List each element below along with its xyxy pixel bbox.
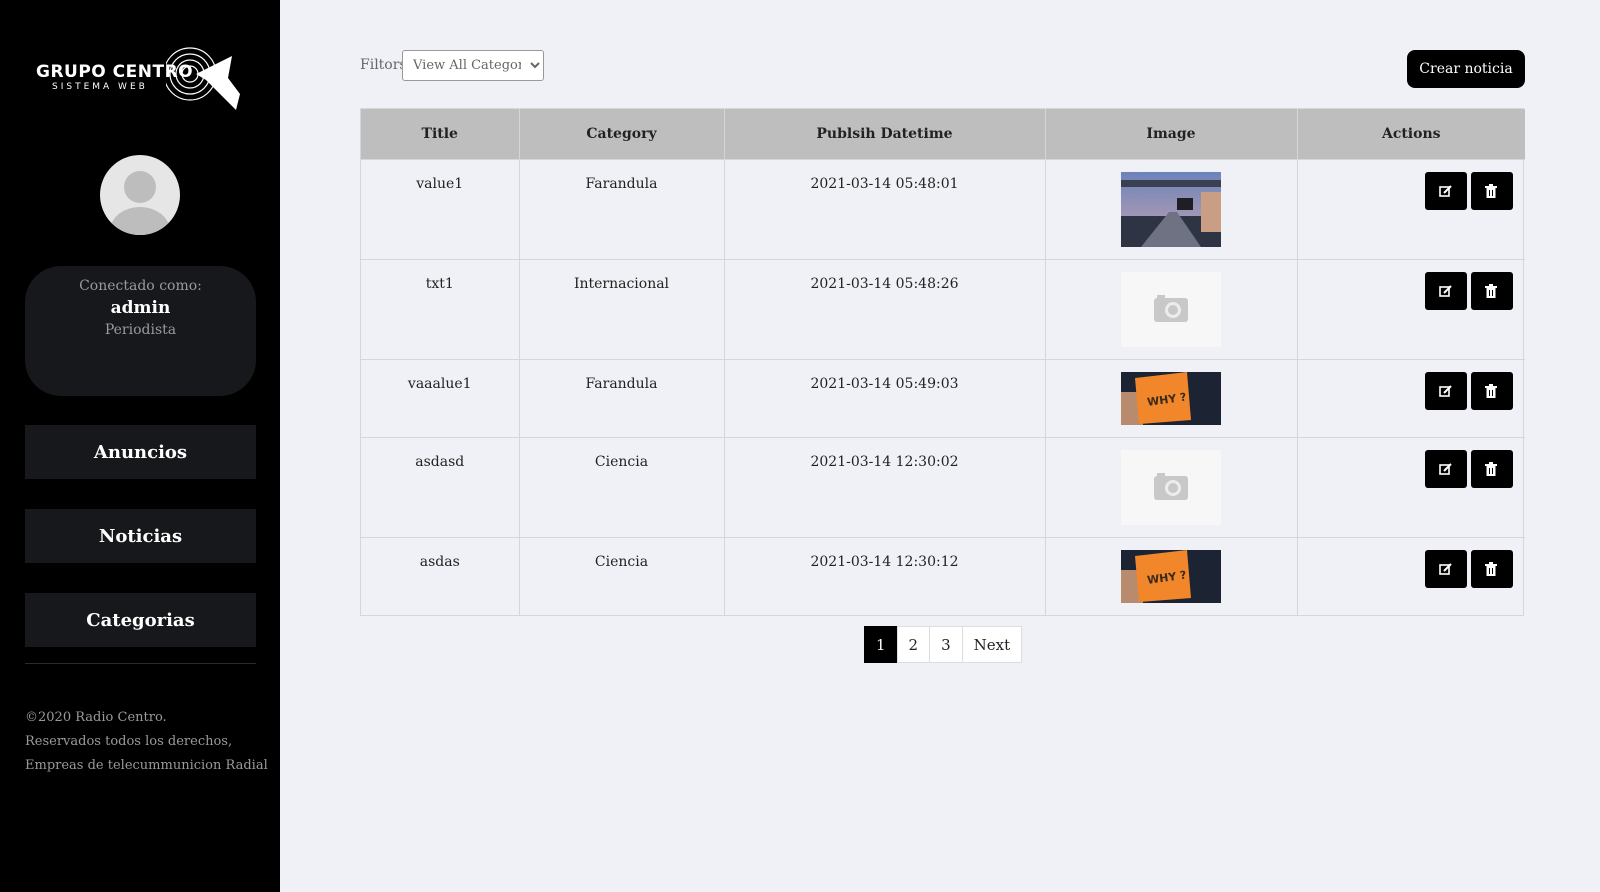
cell-actions [1297, 358, 1525, 437]
cell-datetime: 2021-03-14 12:30:12 [724, 536, 1046, 615]
footer-rights: Reservados todos los derechos, [25, 734, 233, 749]
cell-datetime: 2021-03-14 05:48:26 [724, 258, 1046, 359]
trash-icon [1485, 561, 1497, 576]
cell-title: value1 [361, 158, 520, 259]
cell-title: asdas [361, 536, 520, 615]
brand-subtitle: SISTEMA WEB [52, 82, 148, 92]
trash-icon [1485, 283, 1497, 298]
edit-icon [1439, 384, 1452, 397]
why-sign-photo-thumbnail: WHY ? [1121, 371, 1221, 425]
bridge-photo-thumbnail [1121, 171, 1221, 247]
user-name: admin [110, 298, 171, 318]
cell-actions [1297, 536, 1525, 615]
placeholder-camera-thumbnail [1121, 271, 1221, 347]
cell-category: Ciencia [519, 536, 725, 615]
cell-actions [1297, 258, 1525, 359]
create-news-button[interactable]: Crear noticia [1407, 50, 1525, 88]
trash-icon [1485, 183, 1497, 198]
why-sign-photo-thumbnail: WHY ? [1121, 549, 1221, 603]
footer-copyright: ©2020 Radio Centro. [25, 710, 167, 725]
brand-logo[interactable]: GRUPO CENTRO SISTEMA WEB [36, 44, 246, 114]
user-info-card: Conectado como: admin Periodista [25, 266, 256, 396]
footer-company: Empreas de telecummunicion Radial [25, 758, 268, 773]
cell-category: Farandula [519, 158, 725, 259]
radio-waves-icon [166, 47, 240, 110]
table-row: asdasd Ciencia 2021-03-14 12:30:02 [361, 436, 1525, 537]
table-row: asdas Ciencia 2021-03-14 12:30:12 WHY ? [361, 536, 1525, 615]
table-row: txt1 Internacional 2021-03-14 05:48:26 [361, 258, 1525, 359]
edit-icon [1439, 284, 1452, 297]
news-table: Title Category Publsih Datetime Image Ac… [360, 108, 1525, 616]
table-row: vaaalue1 Farandula 2021-03-14 05:49:03 W… [361, 358, 1525, 437]
sidebar-divider [25, 663, 256, 664]
table-row: value1 Farandula 2021-03-14 05:48:01 [361, 158, 1525, 259]
cell-actions [1297, 436, 1525, 537]
nav-anuncios-button[interactable]: Anuncios [25, 425, 256, 479]
table-header-row: Title Category Publsih Datetime Image Ac… [361, 109, 1525, 159]
column-header-category[interactable]: Category [519, 109, 725, 159]
filters-label: Filtors [360, 57, 407, 73]
avatar [100, 155, 180, 235]
cell-image: WHY ? [1045, 536, 1298, 615]
cell-datetime: 2021-03-14 12:30:02 [724, 436, 1046, 537]
delete-button[interactable] [1471, 371, 1513, 410]
cell-image [1045, 258, 1298, 359]
pagination: 1 2 3 Next [864, 626, 1023, 663]
page-1-button[interactable]: 1 [864, 626, 898, 663]
user-silhouette-icon [110, 171, 170, 235]
column-header-title[interactable]: Title [361, 109, 520, 159]
edit-icon [1439, 562, 1452, 575]
edit-button[interactable] [1425, 171, 1467, 210]
trash-icon [1485, 461, 1497, 476]
edit-button[interactable] [1425, 371, 1467, 410]
cell-title: vaaalue1 [361, 358, 520, 437]
user-role: Periodista [104, 322, 177, 338]
edit-icon [1439, 184, 1452, 197]
cell-category: Farandula [519, 358, 725, 437]
cell-datetime: 2021-03-14 05:49:03 [724, 358, 1046, 437]
trash-icon [1485, 383, 1497, 398]
cell-image [1045, 158, 1298, 259]
delete-button[interactable] [1471, 449, 1513, 488]
cell-category: Ciencia [519, 436, 725, 537]
edit-button[interactable] [1425, 271, 1467, 310]
cell-category: Internacional [519, 258, 725, 359]
page-2-button[interactable]: 2 [896, 626, 931, 663]
cell-title: txt1 [361, 258, 520, 359]
column-header-image: Image [1045, 109, 1298, 159]
cell-title: asdasd [361, 436, 520, 537]
connected-as-label: Conectado como: [79, 278, 202, 294]
cell-image [1045, 436, 1298, 537]
sidebar: GRUPO CENTRO SISTEMA WEB Conectado como:… [0, 0, 280, 892]
delete-button[interactable] [1471, 171, 1513, 210]
cell-image: WHY ? [1045, 358, 1298, 437]
category-filter-select[interactable]: View All Category [402, 50, 544, 81]
column-header-datetime[interactable]: Publsih Datetime [724, 109, 1046, 159]
column-header-actions: Actions [1297, 109, 1525, 159]
placeholder-camera-thumbnail [1121, 449, 1221, 525]
next-page-button[interactable]: Next [961, 626, 1023, 663]
cell-datetime: 2021-03-14 05:48:01 [724, 158, 1046, 259]
sidebar-footer: ©2020 Radio Centro. Reservados todos los… [25, 706, 268, 778]
page-3-button[interactable]: 3 [929, 626, 963, 663]
edit-icon [1439, 462, 1452, 475]
nav-categorias-button[interactable]: Categorias [25, 593, 256, 647]
edit-button[interactable] [1425, 549, 1467, 588]
delete-button[interactable] [1471, 271, 1513, 310]
delete-button[interactable] [1471, 549, 1513, 588]
edit-button[interactable] [1425, 449, 1467, 488]
nav-noticias-button[interactable]: Noticias [25, 509, 256, 563]
cell-actions [1297, 158, 1525, 259]
